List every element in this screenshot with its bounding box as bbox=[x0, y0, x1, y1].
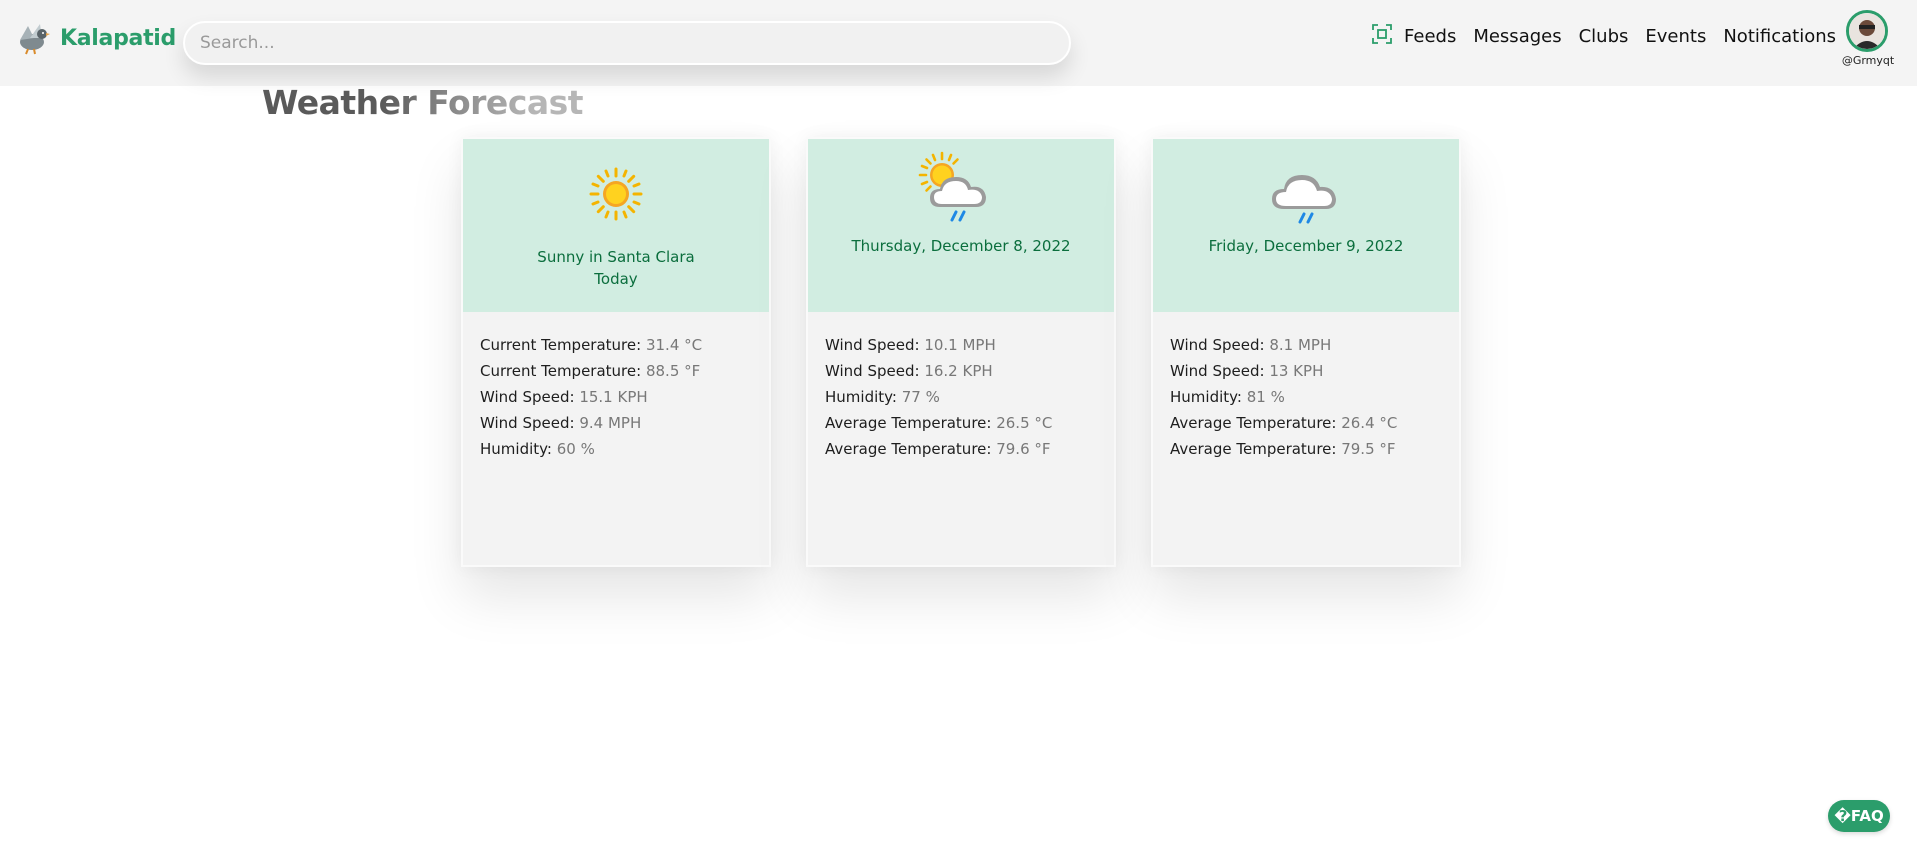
detail-label: Average Temperature: bbox=[825, 440, 992, 458]
detail-value: 79.6 °F bbox=[996, 440, 1051, 458]
detail-row: Wind Speed: 15.1 KPH bbox=[480, 384, 769, 410]
card-details: Wind Speed: 10.1 MPH Wind Speed: 16.2 KP… bbox=[808, 312, 1114, 462]
detail-row: Wind Speed: 13 KPH bbox=[1170, 358, 1459, 384]
detail-value: 77 % bbox=[901, 388, 940, 406]
detail-value: 26.4 °C bbox=[1341, 414, 1398, 432]
card-heading-line2: Today bbox=[594, 270, 638, 288]
detail-label: Average Temperature: bbox=[1170, 440, 1337, 458]
sun-icon bbox=[589, 167, 643, 221]
detail-value: 81 % bbox=[1246, 388, 1285, 406]
detail-value: 88.5 °F bbox=[645, 362, 701, 380]
nav-feeds[interactable]: Feeds bbox=[1404, 26, 1456, 47]
detail-row: Humidity: 60 % bbox=[480, 436, 769, 462]
detail-label: Current Temperature: bbox=[480, 362, 642, 380]
top-navbar: Kalapatid Feeds Messages Clubs Events No… bbox=[0, 0, 1917, 86]
detail-row: Average Temperature: 79.6 °F bbox=[825, 436, 1114, 462]
detail-row: Humidity: 77 % bbox=[825, 384, 1114, 410]
detail-value: 9.4 MPH bbox=[579, 414, 642, 432]
weather-card-thursday: Thursday, December 8, 2022 Wind Speed: 1… bbox=[806, 137, 1116, 567]
nav-events[interactable]: Events bbox=[1645, 26, 1706, 47]
nav-clubs[interactable]: Clubs bbox=[1579, 26, 1629, 47]
avatar-image bbox=[1849, 13, 1885, 49]
card-heading-line1: Friday, December 9, 2022 bbox=[1208, 237, 1404, 255]
card-header: Friday, December 9, 2022 bbox=[1153, 139, 1459, 312]
nav-messages[interactable]: Messages bbox=[1473, 26, 1561, 47]
detail-row: Average Temperature: 26.5 °C bbox=[825, 410, 1114, 436]
user-avatar[interactable] bbox=[1846, 10, 1888, 52]
sun-behind-rain-cloud-icon bbox=[918, 151, 986, 222]
weather-card-friday: Friday, December 9, 2022 Wind Speed: 8.1… bbox=[1151, 137, 1461, 567]
detail-value: 26.5 °C bbox=[996, 414, 1053, 432]
search-input[interactable] bbox=[185, 23, 1069, 63]
detail-value: 15.1 KPH bbox=[579, 388, 648, 406]
detail-label: Wind Speed: bbox=[825, 362, 920, 380]
detail-row: Wind Speed: 16.2 KPH bbox=[825, 358, 1114, 384]
detail-label: Humidity: bbox=[1170, 388, 1242, 406]
card-header: Sunny in Santa Clara Today bbox=[463, 139, 769, 312]
detail-label: Wind Speed: bbox=[480, 414, 575, 432]
card-heading: Thursday, December 8, 2022 bbox=[808, 235, 1114, 257]
detail-row: Wind Speed: 10.1 MPH bbox=[825, 332, 1114, 358]
detail-label: Wind Speed: bbox=[825, 336, 920, 354]
detail-row: Current Temperature: 88.5 °F bbox=[480, 358, 769, 384]
detail-label: Humidity: bbox=[825, 388, 897, 406]
page-title: Weather Forecast bbox=[262, 83, 584, 122]
card-heading: Friday, December 9, 2022 bbox=[1153, 235, 1459, 257]
search-bar bbox=[183, 21, 1071, 65]
user-handle[interactable]: @Grmyqt bbox=[1830, 54, 1906, 67]
faq-button[interactable]: �FAQ bbox=[1828, 800, 1890, 832]
detail-value: 16.2 KPH bbox=[924, 362, 993, 380]
detail-label: Wind Speed: bbox=[1170, 362, 1265, 380]
detail-label: Humidity: bbox=[480, 440, 552, 458]
nav-notifications[interactable]: Notifications bbox=[1723, 26, 1836, 47]
detail-value: 13 KPH bbox=[1269, 362, 1324, 380]
detail-value: 8.1 MPH bbox=[1269, 336, 1332, 354]
detail-label: Wind Speed: bbox=[480, 388, 575, 406]
detail-row: Wind Speed: 8.1 MPH bbox=[1170, 332, 1459, 358]
detail-row: Humidity: 81 % bbox=[1170, 384, 1459, 410]
brand-logo-link[interactable]: Kalapatid bbox=[14, 20, 176, 56]
detail-value: 31.4 °C bbox=[645, 336, 703, 354]
card-heading-line1: Sunny in Santa Clara bbox=[537, 248, 695, 266]
rain-cloud-icon bbox=[1272, 175, 1336, 224]
main-nav: Feeds Messages Clubs Events Notification… bbox=[1370, 18, 1836, 54]
card-heading: Sunny in Santa Clara Today bbox=[463, 246, 769, 290]
detail-value: 60 % bbox=[556, 440, 595, 458]
detail-label: Current Temperature: bbox=[480, 336, 642, 354]
detail-row: Average Temperature: 79.5 °F bbox=[1170, 436, 1459, 462]
qr-scan-icon[interactable] bbox=[1370, 22, 1394, 46]
detail-value: 10.1 MPH bbox=[924, 336, 996, 354]
card-details: Wind Speed: 8.1 MPH Wind Speed: 13 KPH H… bbox=[1153, 312, 1459, 462]
weather-card-today: Sunny in Santa Clara Today Current Tempe… bbox=[461, 137, 771, 567]
pigeon-logo-icon bbox=[20, 24, 50, 55]
detail-label: Average Temperature: bbox=[825, 414, 992, 432]
brand-name: Kalapatid bbox=[60, 25, 176, 51]
detail-label: Average Temperature: bbox=[1170, 414, 1337, 432]
detail-label: Wind Speed: bbox=[1170, 336, 1265, 354]
detail-row: Current Temperature: 31.4 °C bbox=[480, 332, 769, 358]
card-header: Thursday, December 8, 2022 bbox=[808, 139, 1114, 312]
card-details: Current Temperature: 31.4 °C Current Tem… bbox=[463, 312, 769, 462]
detail-row: Wind Speed: 9.4 MPH bbox=[480, 410, 769, 436]
detail-row: Average Temperature: 26.4 °C bbox=[1170, 410, 1459, 436]
detail-value: 79.5 °F bbox=[1341, 440, 1396, 458]
card-heading-line1: Thursday, December 8, 2022 bbox=[851, 237, 1071, 255]
